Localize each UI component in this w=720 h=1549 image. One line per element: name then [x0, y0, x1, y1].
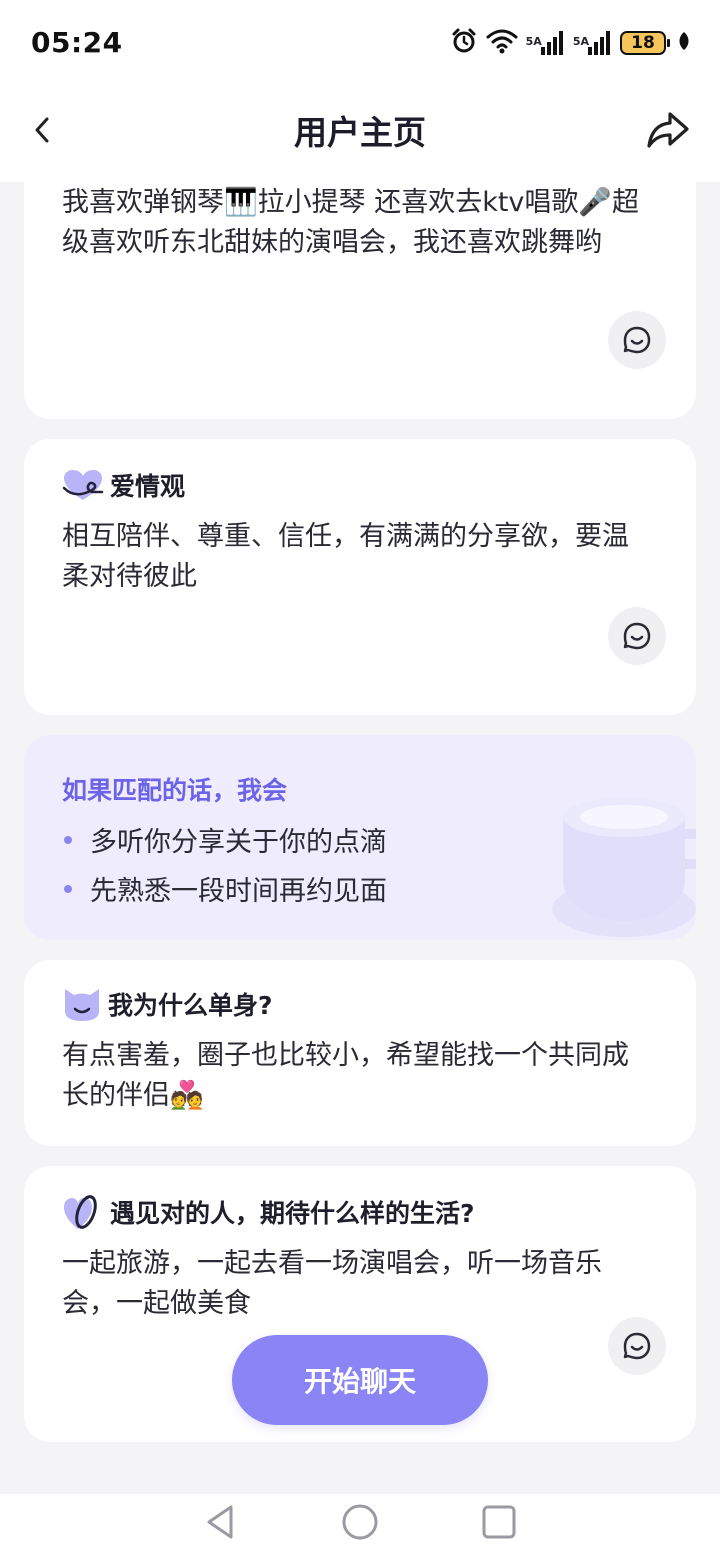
status-icons: 5A 5A 18 [450, 28, 690, 58]
chat-bubble-icon [623, 326, 651, 354]
start-chat-button[interactable]: 开始聊天 [232, 1335, 488, 1425]
list-item-text: 先熟悉一段时间再约见面 [90, 876, 387, 907]
bullet-dot [64, 835, 72, 844]
nav-home-button[interactable] [340, 1502, 380, 1542]
share-button[interactable] [644, 106, 692, 154]
list-item: 多听你分享关于你的点滴 [62, 815, 387, 864]
love-view-text: 相互陪伴、尊重、信任，有满满的分享欲，要温柔对待彼此 [62, 521, 629, 592]
status-bar: 05:24 5A 5A 18 [0, 0, 720, 86]
reply-ideal-life-button[interactable] [608, 1317, 666, 1375]
reply-hobbies-button[interactable] [608, 311, 666, 369]
ideal-life-text: 一起旅游，一起去看一场演唱会，听一场音乐会，一起做美食 [62, 1248, 602, 1319]
circle-home-icon [342, 1504, 378, 1540]
why-single-heading-label: 我为什么单身? [108, 991, 273, 1020]
if-matched-list: 多听你分享关于你的点滴 先熟悉一段时间再约见面 [62, 815, 387, 913]
square-recents-icon [482, 1505, 516, 1539]
triangle-back-icon [207, 1505, 233, 1539]
cat-face-icon [65, 989, 99, 1021]
list-item-text: 多听你分享关于你的点滴 [90, 827, 387, 858]
reply-love-view-button[interactable] [608, 607, 666, 665]
list-item: 先熟悉一段时间再约见面 [62, 864, 387, 913]
share-arrow-icon [647, 112, 689, 148]
love-view-card: 爱情观 相互陪伴、尊重、信任，有满满的分享欲，要温柔对待彼此 [24, 439, 696, 715]
signal-2-icon: 5A [573, 31, 612, 55]
ideal-life-heading: 遇见对的人，期待什么样的生活? [62, 1192, 475, 1232]
system-nav-bar [0, 1494, 720, 1549]
wifi-icon [486, 28, 518, 58]
why-single-card: 我为什么单身? 有点害羞，圈子也比较小，希望能找一个共同成长的伴侣💑 [24, 960, 696, 1146]
why-single-text: 有点害羞，圈子也比较小，希望能找一个共同成长的伴侣💑 [62, 1040, 629, 1111]
nav-recents-button[interactable] [479, 1502, 519, 1542]
chat-bubble-icon [623, 1332, 651, 1360]
battery-indicator: 18 [620, 31, 670, 55]
if-matched-card: 如果匹配的话，我会 多听你分享关于你的点滴 先熟悉一段时间再约见面 [24, 735, 696, 940]
coffee-cup-icon [552, 797, 696, 937]
profile-content[interactable]: 我喜欢弹钢琴🎹拉小提琴 还喜欢去ktv唱歌🎤超级喜欢听东北甜妹的演唱会，我还喜欢… [0, 182, 720, 1494]
heart-ring-icon [64, 1195, 97, 1229]
page-title: 用户主页 [294, 113, 426, 152]
status-time: 05:24 [31, 26, 123, 59]
nav-back-button[interactable] [200, 1502, 240, 1542]
chat-bubble-icon [623, 622, 651, 650]
signal-2-label: 5A [572, 35, 589, 48]
heart-icon [62, 470, 104, 500]
signal-1-icon: 5A [526, 31, 565, 55]
page-header: 用户主页 [0, 86, 720, 182]
alarm-clock-icon [450, 27, 478, 59]
love-view-heading: 爱情观 [62, 465, 185, 505]
leaf-icon [678, 31, 690, 55]
hobbies-card: 我喜欢弹钢琴🎹拉小提琴 还喜欢去ktv唱歌🎤超级喜欢听东北甜妹的演唱会，我还喜欢… [24, 182, 696, 419]
bullet-dot [64, 884, 72, 893]
ideal-life-heading-label: 遇见对的人，期待什么样的生活? [110, 1199, 475, 1228]
why-single-heading: 我为什么单身? [62, 984, 273, 1024]
hobbies-text: 我喜欢弹钢琴🎹拉小提琴 还喜欢去ktv唱歌🎤超级喜欢听东北甜妹的演唱会，我还喜欢… [62, 187, 640, 258]
love-view-heading-label: 爱情观 [110, 472, 186, 501]
if-matched-title: 如果匹配的话，我会 [62, 776, 288, 805]
signal-1-label: 5A [525, 35, 542, 48]
